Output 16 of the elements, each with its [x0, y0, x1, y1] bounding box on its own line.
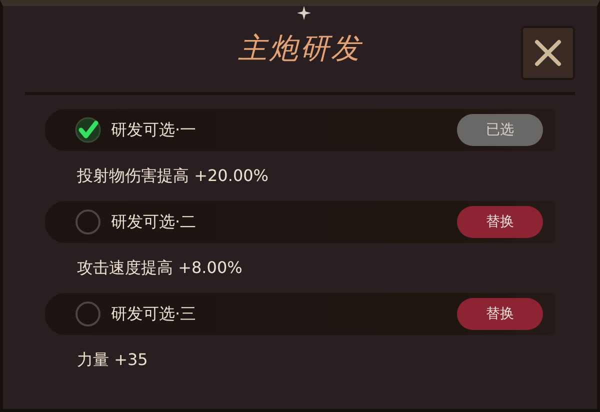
option-title: 研发可选·二 — [111, 212, 198, 232]
option-description: 投射物伤害提高 +20.00% — [76, 164, 270, 186]
option-description: 攻击速度提高 +8.00% — [76, 256, 244, 278]
checkmark-icon[interactable] — [75, 117, 101, 143]
sparkle-icon — [297, 6, 311, 20]
radio-button[interactable] — [75, 209, 101, 235]
replace-button[interactable]: 替换 — [457, 206, 543, 238]
option-title: 研发可选·三 — [111, 304, 198, 324]
replace-button[interactable]: 替换 — [457, 298, 543, 330]
radio-button[interactable] — [75, 301, 101, 327]
option-description: 力量 +35 — [76, 348, 149, 370]
selected-button[interactable]: 已选 — [457, 114, 543, 146]
close-button[interactable] — [521, 26, 575, 80]
close-icon — [533, 38, 563, 68]
option-title: 研发可选·一 — [111, 120, 198, 140]
window-title: 主炮研发 — [238, 30, 362, 67]
